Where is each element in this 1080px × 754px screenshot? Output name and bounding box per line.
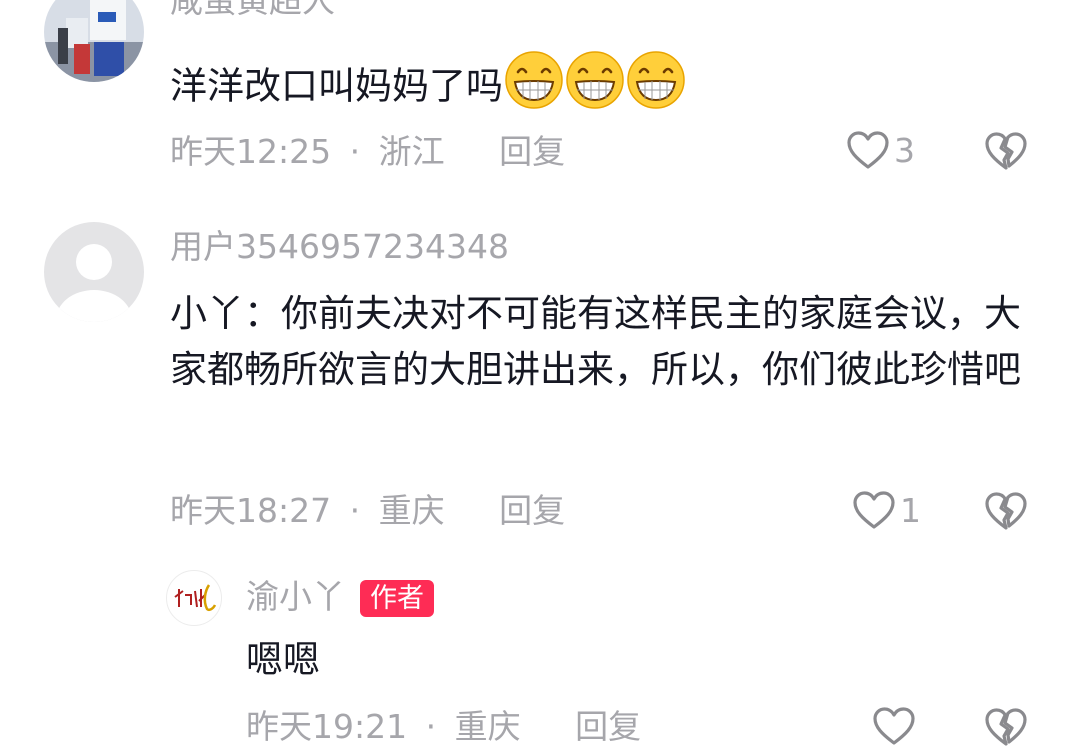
reply-location: 重庆 xyxy=(454,707,521,746)
meta-separator: · xyxy=(425,707,437,746)
heart-icon xyxy=(847,131,889,169)
comment-text: 小丫：你前夫决对不可能有这样民主的家庭会议，大家都畅所欲言的大胆讲出来，所以，你… xyxy=(170,292,1021,391)
comment-location: 重庆 xyxy=(378,491,445,530)
comment-meta: 昨天12:25 · 浙江 回复 xyxy=(170,135,565,168)
comment-location: 浙江 xyxy=(378,132,445,171)
like-button[interactable]: 1 xyxy=(852,490,921,530)
like-count: 1 xyxy=(900,490,921,530)
grinning-face-icon xyxy=(626,50,686,126)
comment-text: 洋洋改口叫妈妈了吗 xyxy=(170,50,686,109)
reply-username[interactable]: 渝小丫 xyxy=(246,580,345,613)
like-count: 3 xyxy=(894,130,915,170)
broken-heart-icon xyxy=(985,708,1027,746)
comment-username[interactable]: 用户3546957234348 xyxy=(170,230,509,263)
dislike-button[interactable] xyxy=(984,706,1028,752)
grinning-face-icon xyxy=(504,50,564,126)
author-badge: 作者 xyxy=(360,580,434,617)
dislike-button[interactable] xyxy=(984,130,1028,176)
reply-meta: 昨天19:21 · 重庆 回复 xyxy=(246,710,641,743)
grinning-face-icon xyxy=(565,50,625,126)
heart-icon xyxy=(853,491,895,529)
broken-heart-icon xyxy=(985,132,1027,170)
reply-button[interactable]: 回复 xyxy=(499,132,565,171)
reply-button[interactable]: 回复 xyxy=(575,707,641,746)
comment-time: 昨天12:25 xyxy=(170,132,332,171)
reply-time: 昨天19:21 xyxy=(246,707,408,746)
like-button[interactable]: 3 xyxy=(846,130,915,170)
emoji-row xyxy=(503,51,686,109)
comment-username[interactable]: 咸蛋黄超人 xyxy=(170,0,335,17)
reply-button[interactable]: 回复 xyxy=(499,491,565,530)
like-button[interactable] xyxy=(872,706,920,746)
author-logo-icon xyxy=(174,584,217,612)
dislike-button[interactable] xyxy=(984,490,1028,536)
avatar-default[interactable] xyxy=(44,222,144,322)
heart-icon xyxy=(873,707,915,745)
avatar-author[interactable] xyxy=(166,570,222,626)
comment-text-content: 洋洋改口叫妈妈了吗 xyxy=(170,64,503,108)
avatar-robot[interactable] xyxy=(44,0,144,82)
broken-heart-icon xyxy=(985,492,1027,530)
reply-text: 嗯嗯 xyxy=(246,638,320,681)
meta-separator: · xyxy=(349,132,361,171)
comment-meta: 昨天18:27 · 重庆 回复 xyxy=(170,494,565,527)
meta-separator: · xyxy=(349,491,361,530)
comment-time: 昨天18:27 xyxy=(170,491,332,530)
